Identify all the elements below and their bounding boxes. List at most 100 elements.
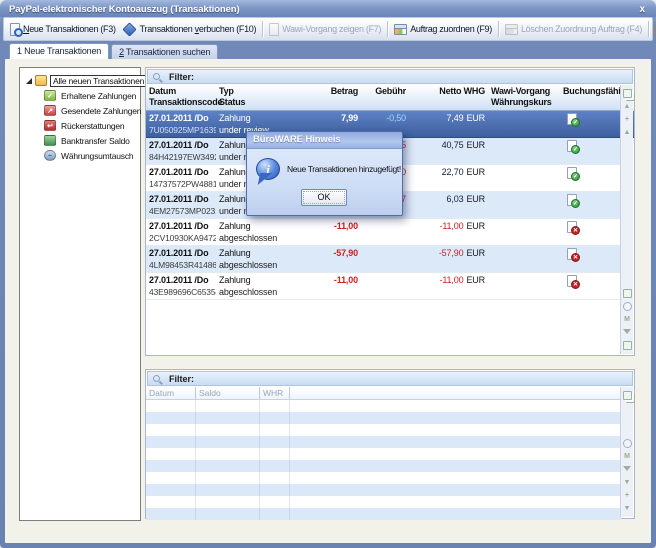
- transaction-code: 4EM27573MP023193K: [149, 205, 213, 217]
- empty-saldo-row[interactable]: [146, 460, 621, 472]
- transactions-table-header: DatumTransaktionscodeTypStatusBetragGebü…: [146, 85, 634, 111]
- table-side-toolbar: M ▼ + ▼: [620, 387, 633, 517]
- net-amount: -57,90EUR: [412, 247, 485, 259]
- net-value: -57,90: [439, 247, 464, 259]
- cell-date-code: 27.01.2011 /Do7U050925MP163920N: [146, 111, 216, 137]
- search-icon[interactable]: [623, 302, 632, 311]
- empty-saldo-row[interactable]: [146, 472, 621, 484]
- empty-saldo-row[interactable]: [146, 412, 621, 424]
- empty-saldo-row[interactable]: [146, 484, 621, 496]
- cell-fee: [361, 219, 409, 245]
- ok-button[interactable]: OK: [301, 189, 347, 206]
- empty-cell: [260, 448, 290, 460]
- currency-exchange-icon: [44, 150, 56, 161]
- scroll-down-icon[interactable]: ▼: [623, 478, 632, 487]
- tab-1-neue-transaktionen[interactable]: 1 Neue Transaktionen: [9, 43, 109, 59]
- column-header-buchungsf-hig[interactable]: Buchungsfähig: [560, 85, 617, 110]
- scroll-top-icon[interactable]: ▲: [623, 102, 632, 111]
- toolbar-button-auftrag-zuordnen-f9[interactable]: Auftrag zuordnen (F9): [391, 22, 495, 37]
- scroll-up-icon[interactable]: ▲: [623, 128, 632, 137]
- row-expand-icon[interactable]: +: [623, 115, 632, 124]
- empty-saldo-row[interactable]: [146, 496, 621, 508]
- close-icon[interactable]: x: [638, 4, 647, 15]
- cell-wawi: [488, 192, 560, 218]
- column-header-geb-hr[interactable]: Gebühr: [361, 85, 409, 110]
- toolbar-button-neue-transaktionen-f3[interactable]: Neue Transaktionen (F3): [7, 21, 119, 38]
- empty-cell: [196, 472, 260, 484]
- transaction-date: 27.01.2011 /Do: [149, 247, 213, 259]
- tree-root-item[interactable]: Alle neuen Transaktionen: [20, 73, 140, 88]
- empty-cell: [260, 484, 290, 496]
- column-header-betrag[interactable]: Betrag: [306, 85, 361, 110]
- document-icon: ✕: [567, 248, 577, 260]
- empty-cell: [260, 436, 290, 448]
- search-icon[interactable]: [623, 439, 632, 448]
- transaction-row[interactable]: 27.01.2011 /Do43E989696C6535442Zahlungab…: [146, 273, 621, 300]
- transaction-date: 27.01.2011 /Do: [149, 166, 213, 178]
- tree-item-w-hrungsumtausch[interactable]: Währungsumtausch: [20, 148, 140, 163]
- empty-saldo-row[interactable]: [146, 448, 621, 460]
- column-header-wawi-vorgang[interactable]: Wawi-VorgangWährungskurs: [488, 85, 560, 110]
- transaction-code: 7U050925MP163920N: [149, 124, 213, 136]
- new-transactions-icon: [10, 23, 20, 36]
- empty-saldo-row[interactable]: [146, 436, 621, 448]
- transaction-row[interactable]: 27.01.2011 /Do4LM98453R41486714Zahlungab…: [146, 246, 621, 273]
- net-value: 7,49: [447, 112, 464, 124]
- dialog-title[interactable]: BüroWARE Hinweis: [247, 132, 402, 149]
- filter-label: Filter:: [169, 374, 194, 384]
- tree-item-gesendete-zahlungen[interactable]: Gesendete Zahlungen: [20, 103, 140, 118]
- currency-label: EUR: [466, 166, 485, 178]
- column-header-saldo[interactable]: Saldo: [196, 387, 260, 399]
- sum-icon[interactable]: M: [623, 452, 632, 461]
- column-header-line1: Datum: [149, 86, 213, 97]
- column-header-netto-whg[interactable]: Netto WHG: [409, 85, 488, 110]
- cell-bookable: ✕: [560, 246, 617, 272]
- export-icon[interactable]: [623, 341, 632, 350]
- empty-cell: [196, 412, 260, 424]
- delete-assignment-icon: [505, 24, 518, 35]
- toolbar-button-transaktionen-verbuchen-f10[interactable]: Transaktionen verbuchen (F10): [119, 22, 260, 37]
- transactions-filter-bar[interactable]: Filter:: [147, 69, 633, 84]
- copy-pages-icon[interactable]: [623, 89, 632, 98]
- empty-saldo-row[interactable]: [146, 508, 621, 520]
- column-header-datum[interactable]: DatumTransaktionscode: [146, 85, 216, 110]
- row-expand-icon[interactable]: +: [623, 491, 632, 500]
- empty-cell: [196, 400, 260, 412]
- cell-date-code: 27.01.2011 /Do2CV10930KA9472237: [146, 219, 216, 245]
- saldo-filter-bar[interactable]: Filter:: [147, 371, 633, 386]
- toolbar-button-label: Transaktionen verbuchen (F10): [140, 24, 257, 34]
- tree-item-banktransfer-saldo[interactable]: Banktransfer Saldo: [20, 133, 140, 148]
- filter-icon[interactable]: [623, 465, 632, 474]
- bookable-check-icon: ✓: [571, 172, 580, 181]
- cell-date-code: 27.01.2011 /Do14737572PW488130C: [146, 165, 216, 191]
- tree-item-erhaltene-zahlungen[interactable]: Erhaltene Zahlungen: [20, 88, 140, 103]
- column-header-line1: Betrag: [309, 86, 358, 97]
- saldo-table-body: [146, 400, 634, 520]
- cell-net: -57,90EUR: [409, 246, 488, 272]
- empty-saldo-row[interactable]: [146, 400, 621, 412]
- empty-cell: [146, 448, 196, 460]
- transaction-code: 4LM98453R41486714: [149, 259, 213, 271]
- transaction-row[interactable]: 27.01.2011 /Do2CV10930KA9472237Zahlungab…: [146, 219, 621, 246]
- cell-bookable: ✓: [560, 192, 617, 218]
- scroll-bottom-icon[interactable]: ▼: [623, 504, 632, 513]
- columns-icon[interactable]: [623, 289, 632, 298]
- tree-expanded-arrow-icon[interactable]: [26, 78, 32, 84]
- dialog-message: Neue Transaktionen hinzugefügt!: [287, 164, 399, 174]
- sum-icon[interactable]: M: [623, 315, 632, 324]
- tree-item-r-ckerstattungen[interactable]: Rückerstattungen: [20, 118, 140, 133]
- column-header-datum[interactable]: Datum: [146, 387, 196, 399]
- empty-cell: [146, 412, 196, 424]
- cell-wawi: [488, 219, 560, 245]
- title-bar: PayPal-elektronischer Kontoauszug (Trans…: [0, 0, 656, 17]
- empty-cell: [146, 472, 196, 484]
- tab-2-transaktionen-suchen[interactable]: 2 Transaktionen suchen: [111, 44, 218, 59]
- empty-cell: [146, 496, 196, 508]
- toolbar-button-details[interactable]: Details: [652, 21, 656, 37]
- empty-saldo-row[interactable]: [146, 424, 621, 436]
- copy-pages-icon[interactable]: [623, 391, 632, 400]
- tab-bar: 1 Neue Transaktionen2 Transaktionen such…: [3, 41, 653, 59]
- column-header-typ[interactable]: TypStatus: [216, 85, 306, 110]
- filter-icon[interactable]: [623, 328, 632, 337]
- column-header-whr[interactable]: WHR: [260, 387, 290, 399]
